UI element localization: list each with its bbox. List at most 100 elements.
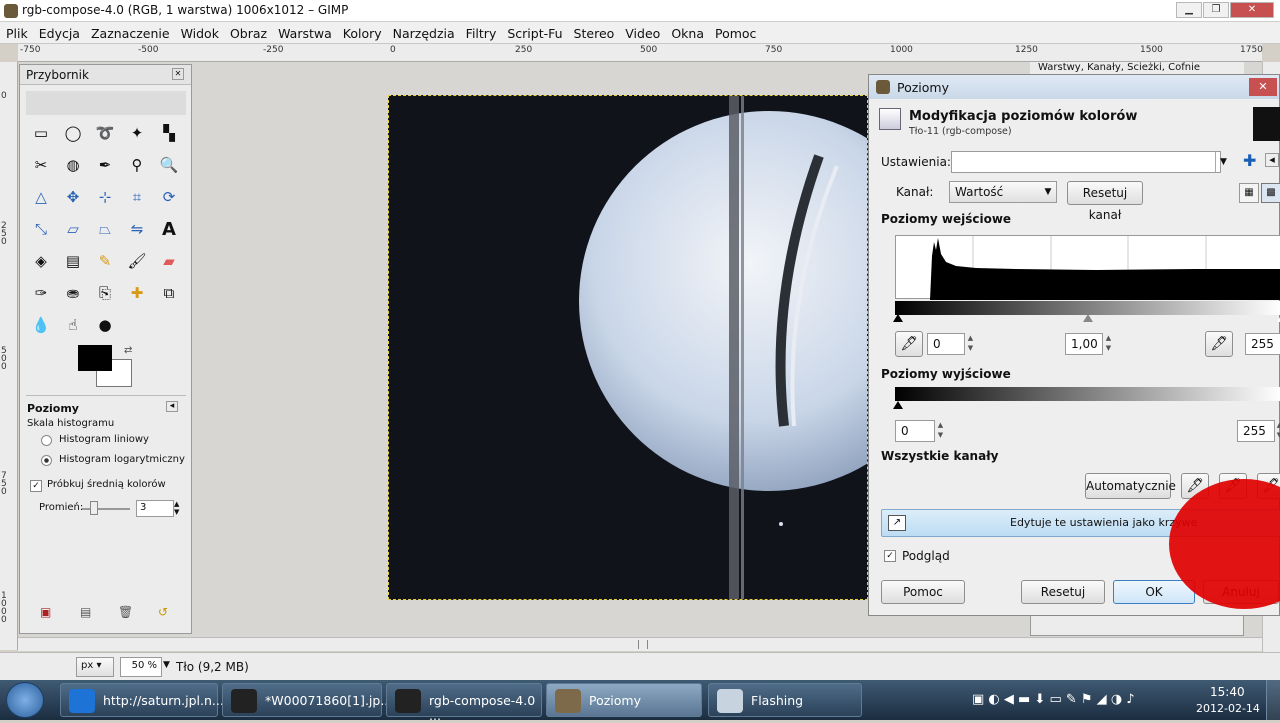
fuzzy-select-icon[interactable]: ✦ (125, 121, 149, 145)
perspective-clone-icon[interactable]: ⧉ (157, 281, 181, 305)
menu-view[interactable]: Widok (175, 22, 224, 41)
foreground-select-icon[interactable]: ◍ (61, 153, 85, 177)
tray-icons[interactable]: ▣ ◐ ◀ ▬ ⬇ ▭ ✎ ⚑ ◢ ◑ ♪ (972, 692, 1135, 707)
ok-button[interactable]: OK (1113, 580, 1195, 604)
blend-icon[interactable]: ▤ (61, 249, 85, 273)
output-low-spin[interactable]: ▲ ▼ (936, 420, 945, 442)
start-button[interactable] (6, 682, 44, 718)
delete-options-icon[interactable]: 🗑 (118, 605, 133, 619)
radio-logarithmic[interactable] (41, 455, 52, 466)
task-levels[interactable]: Poziomy (546, 683, 702, 717)
task-image-window[interactable]: *W00071860[1].jp... (222, 683, 392, 717)
clone-icon[interactable]: ⎘ (93, 281, 117, 305)
align-icon[interactable]: ⊹ (93, 185, 117, 209)
menu-arrow-icon[interactable]: ◂ (166, 401, 178, 412)
crop-icon[interactable]: ⌗ (125, 185, 149, 209)
swap-colors-icon[interactable]: ⇄ (124, 345, 132, 356)
levels-close-button[interactable]: ✕ (1249, 78, 1277, 96)
shear-icon[interactable]: ▱ (61, 217, 85, 241)
menu-help[interactable]: Pomoc (709, 22, 761, 41)
color-select-icon[interactable]: ▚ (157, 121, 181, 145)
radio-linear[interactable] (41, 435, 52, 446)
task-browser[interactable]: http://saturn.jpl.n... (60, 683, 224, 717)
black-eyedropper-icon[interactable]: 🖋 (1181, 473, 1209, 499)
airbrush-icon[interactable]: ✑ (29, 281, 53, 305)
input-low-spin[interactable]: ▲ ▼ (966, 333, 975, 355)
input-gamma-handle[interactable] (1083, 314, 1093, 322)
pick-black-point-icon[interactable]: 🖋 (895, 331, 923, 357)
menu-edit[interactable]: Edycja (33, 22, 85, 41)
scale-icon[interactable]: ⤡ (29, 217, 53, 241)
chevron-down-icon[interactable]: ▼ (1215, 152, 1231, 172)
paintbrush-icon[interactable]: 🖌 (125, 249, 149, 273)
save-options-icon[interactable]: ▣ (40, 605, 51, 619)
menu-select[interactable]: Zaznaczenie (85, 22, 175, 41)
output-high-field[interactable]: 255 (1237, 420, 1275, 442)
saturn-image[interactable] (388, 95, 868, 600)
move-icon[interactable]: ✥ (61, 185, 85, 209)
paths-icon[interactable]: ✒ (93, 153, 117, 177)
menu-stereo[interactable]: Stereo (568, 22, 620, 41)
color-picker-icon[interactable]: ⚲ (125, 153, 149, 177)
menu-video[interactable]: Video (619, 22, 665, 41)
output-high-spin[interactable]: ▲ ▼ (1275, 420, 1280, 442)
task-flashing[interactable]: Flashing (708, 683, 862, 717)
restore-options-icon[interactable]: ▤ (80, 605, 91, 619)
smudge-icon[interactable]: ☝ (61, 313, 85, 337)
zoom-field[interactable]: 50 % (120, 657, 162, 677)
auto-button[interactable]: Automatycznie (1085, 473, 1176, 499)
radius-input[interactable]: 3 (136, 500, 174, 517)
close-icon[interactable]: ✕ (172, 68, 184, 80)
white-eyedropper-icon[interactable]: 🖋 (1257, 473, 1280, 499)
dodge-burn-icon[interactable]: ● (93, 313, 117, 337)
menu-image[interactable]: Obraz (224, 22, 272, 41)
add-preset-icon[interactable]: ✚ (1243, 151, 1256, 170)
radius-slider-handle[interactable] (90, 501, 98, 515)
bucket-fill-icon[interactable]: ◈ (29, 249, 53, 273)
menu-file[interactable]: Plik (0, 22, 33, 41)
menu-colors[interactable]: Kolory (337, 22, 387, 41)
linear-histogram-icon[interactable]: ▦ (1239, 183, 1259, 203)
blur-icon[interactable]: 💧 (29, 313, 53, 337)
measure-icon[interactable]: △ (29, 185, 53, 209)
heal-icon[interactable]: ✚ (125, 281, 149, 305)
transform-icon[interactable]: ⟳ (157, 185, 181, 209)
input-high-field[interactable]: 255 (1245, 333, 1280, 355)
task-rgb-compose[interactable]: rgb-compose-4.0 ... (386, 683, 542, 723)
output-low-handle[interactable] (893, 401, 903, 409)
preview-checkbox[interactable]: ✓ (884, 550, 896, 562)
scroll-thumb[interactable] (638, 640, 648, 649)
gray-eyedropper-icon[interactable]: 🖋 (1219, 473, 1247, 499)
ellipse-select-icon[interactable]: ◯ (61, 121, 85, 145)
perspective-icon[interactable]: ⏢ (93, 217, 117, 241)
input-low-field[interactable]: 0 (927, 333, 965, 355)
eraser-icon[interactable]: ▰ (157, 249, 181, 273)
input-gamma-field[interactable]: 1,00 (1065, 333, 1103, 355)
menu-tools[interactable]: Narzędzia (387, 22, 460, 41)
sample-average-checkbox[interactable]: ✓ (30, 480, 42, 492)
close-button[interactable]: ✕ (1230, 2, 1274, 18)
pencil-icon[interactable]: ✎ (93, 249, 117, 273)
reset-button[interactable]: Resetuj (1021, 580, 1105, 604)
output-low-field[interactable]: 0 (895, 420, 935, 442)
zoom-icon[interactable]: 🔍 (157, 153, 181, 177)
radius-spin[interactable]: ▲ ▼ (174, 500, 179, 516)
histogram[interactable] (895, 235, 1280, 300)
chevron-down-icon[interactable]: ▼ (1041, 183, 1055, 201)
input-low-handle[interactable] (893, 314, 903, 322)
input-gamma-spin[interactable]: ▲ ▼ (1104, 333, 1113, 355)
menu-windows[interactable]: Okna (665, 22, 709, 41)
menu-layer[interactable]: Warstwa (272, 22, 337, 41)
reset-options-icon[interactable]: ↺ (158, 605, 168, 619)
show-desktop-button[interactable] (1266, 680, 1280, 720)
maximize-button[interactable]: ❐ (1203, 2, 1229, 18)
help-button[interactable]: Pomoc (881, 580, 965, 604)
chevron-down-icon[interactable]: ▼ (163, 660, 170, 670)
log-histogram-icon[interactable]: ▩ (1261, 183, 1280, 203)
ink-icon[interactable]: ⛂ (61, 281, 85, 305)
horizontal-scrollbar[interactable] (18, 637, 1262, 651)
preset-menu-icon[interactable]: ◂ (1265, 153, 1279, 167)
menu-filters[interactable]: Filtry (460, 22, 502, 41)
unit-select[interactable]: px ▾ (76, 657, 114, 677)
scissors-icon[interactable]: ✂ (29, 153, 53, 177)
